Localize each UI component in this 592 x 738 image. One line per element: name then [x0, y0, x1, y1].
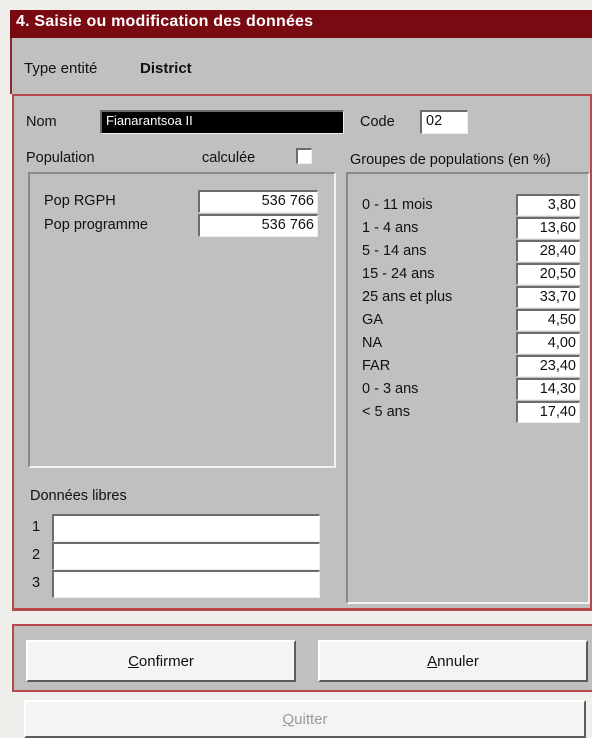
group-label: 5 - 14 ans [362, 243, 427, 259]
group-value-input[interactable]: 3,80 [516, 194, 580, 216]
group-value-input[interactable]: 20,50 [516, 263, 580, 285]
quit-mnemonic: Q [282, 710, 295, 728]
entity-type-label: Type entité [24, 60, 98, 77]
code-label: Code [360, 114, 395, 130]
group-label: 0 - 3 ans [362, 381, 419, 397]
pop-rgph-label: Pop RGPH [44, 193, 116, 209]
free-data-row-number: 1 [32, 519, 41, 535]
free-data-input-2[interactable] [52, 542, 320, 570]
nom-input[interactable]: Fianarantsoa II [100, 110, 344, 134]
confirm-label: onfirmer [138, 652, 194, 670]
group-value-input[interactable]: 4,50 [516, 309, 580, 331]
free-data-label: Données libres [30, 488, 127, 504]
divider [12, 608, 592, 611]
group-label: 1 - 4 ans [362, 220, 419, 236]
confirm-button[interactable]: Confirmer [26, 640, 296, 682]
calculee-label: calculée [202, 150, 256, 166]
pop-rgph-input[interactable]: 536 766 [198, 190, 318, 213]
free-data-input-3[interactable] [52, 570, 320, 598]
cancel-button[interactable]: Annuler [318, 640, 588, 682]
group-label: GA [362, 312, 383, 328]
pop-programme-input[interactable]: 536 766 [198, 214, 318, 237]
group-value-input[interactable]: 33,70 [516, 286, 580, 308]
group-label: < 5 ans [362, 404, 410, 420]
group-value-input[interactable]: 28,40 [516, 240, 580, 262]
group-label: 15 - 24 ans [362, 266, 435, 282]
groups-label: Groupes de populations (en %) [350, 152, 551, 168]
quit-label: uitter [294, 710, 328, 728]
cancel-label: nnuler [437, 652, 479, 670]
free-data-row-number: 3 [32, 575, 41, 591]
pop-programme-label: Pop programme [44, 217, 148, 233]
window-title: 4. Saisie ou modification des données [16, 13, 314, 30]
group-label: 25 ans et plus [362, 289, 453, 305]
code-input[interactable]: 02 [420, 110, 468, 134]
group-label: NA [362, 335, 383, 351]
free-data-input-1[interactable] [52, 514, 320, 542]
group-value-input[interactable]: 14,30 [516, 378, 580, 400]
nom-label: Nom [26, 114, 57, 130]
group-value-input[interactable]: 4,00 [516, 332, 580, 354]
quit-button[interactable]: Quitter [24, 700, 586, 738]
entity-type-value: District [140, 60, 192, 77]
group-label: 0 - 11 mois [362, 197, 433, 213]
free-data-row-number: 2 [32, 547, 41, 563]
population-label: Population [26, 150, 95, 166]
group-value-input[interactable]: 13,60 [516, 217, 580, 239]
confirm-mnemonic: C [128, 652, 139, 670]
cancel-mnemonic: A [427, 652, 438, 670]
group-value-input[interactable]: 23,40 [516, 355, 580, 377]
group-label: FAR [362, 358, 391, 374]
group-value-input[interactable]: 17,40 [516, 401, 580, 423]
calculee-checkbox[interactable] [296, 148, 312, 164]
